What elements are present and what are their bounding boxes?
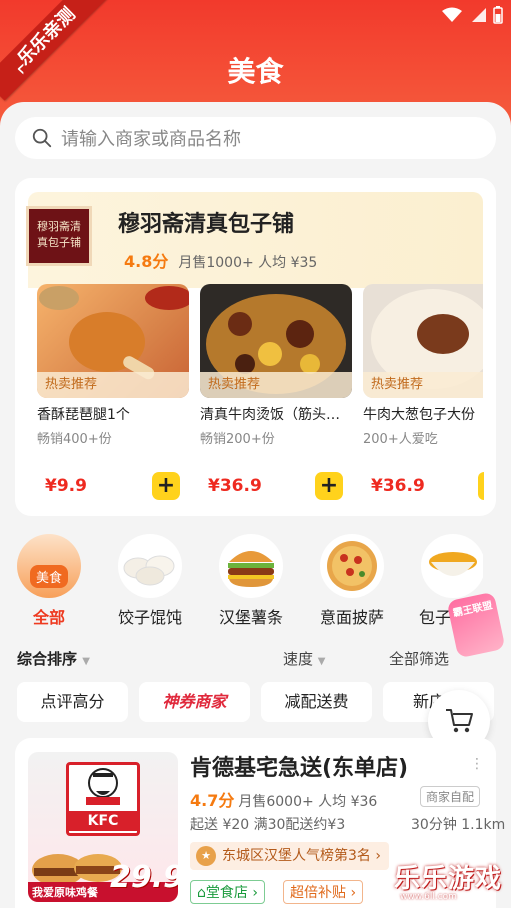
sort-dropdown[interactable]: 综合排序 ▼	[17, 648, 90, 669]
burger-icon	[219, 534, 283, 598]
category-burgers[interactable]: 汉堡薯条	[211, 534, 291, 628]
rank-text: 东城区汉堡人气榜第3名	[222, 848, 371, 864]
product-image: 热卖推荐	[363, 284, 483, 398]
delivery-time-distance: 30分钟 1.1km	[411, 817, 506, 833]
sort-bar: 综合排序 ▼ 速度 ▼ 全部筛选	[17, 648, 497, 672]
subsidy-text: 超倍补贴	[290, 885, 346, 901]
delivery-fee: 起送 ¥20 满30配送约¥3	[190, 817, 346, 833]
category-icon: 美食	[17, 534, 81, 598]
search-placeholder: 请输入商家或商品名称	[61, 129, 241, 150]
hot-tag: 热卖推荐	[200, 372, 352, 398]
product-card[interactable]: 热卖推荐 香酥琵琶腿1个 畅销400+份	[37, 284, 189, 447]
restaurant-image: KFC 我爱原味鸡餐 29.9	[28, 752, 178, 902]
chevron-right-icon: ›	[375, 848, 381, 864]
pizza-icon	[320, 534, 384, 598]
category-label: 全部	[32, 608, 65, 627]
hot-tag: 热卖推荐	[363, 372, 483, 398]
site-watermark: 乐乐游戏	[394, 864, 503, 894]
store-icon: ⌂	[197, 885, 206, 901]
dumpling-icon	[118, 534, 182, 598]
more-icon[interactable]: ⋮	[470, 756, 484, 772]
product-card[interactable]: 热卖推荐 牛肉大葱包子大份 200+人爱吃	[363, 284, 483, 447]
float-ad-text: 霸王联盟	[452, 600, 494, 620]
category-label: 意面披萨	[319, 608, 384, 627]
product-price: ¥36.9	[208, 476, 262, 496]
chip-reduced-delivery[interactable]: 减配送费	[261, 682, 372, 722]
delivery-type-badge: 商家自配	[420, 786, 481, 807]
store-rating: 4.8分	[124, 252, 169, 271]
filter-button[interactable]: 全部筛选	[389, 648, 449, 669]
hot-tag: 热卖推荐	[37, 372, 189, 398]
page-title: 美食	[227, 55, 284, 88]
chevron-down-icon: ▼	[82, 656, 90, 667]
signal-icon	[472, 8, 486, 22]
product-image: 热卖推荐	[37, 284, 189, 398]
kfc-brand: KFC	[69, 811, 137, 831]
category-label: 饺子馄饨	[117, 608, 182, 627]
store-logo-text: 穆羽斋清真包子铺	[37, 220, 81, 249]
dine-in-text: 堂食店	[205, 885, 248, 901]
category-dumplings[interactable]: 饺子馄饨	[110, 534, 190, 628]
store-sales: 月售1000+ 人均 ¥35	[178, 255, 318, 271]
rank-badge[interactable]: ★ 东城区汉堡人气榜第3名 ›	[190, 842, 389, 870]
medal-icon: ★	[196, 846, 216, 866]
add-button[interactable]	[478, 472, 484, 500]
speed-dropdown[interactable]: 速度 ▼	[283, 648, 326, 669]
category-pasta-pizza[interactable]: 意面披萨	[312, 534, 392, 628]
speed-label: 速度	[283, 650, 314, 668]
chevron-down-icon: ▼	[317, 656, 326, 667]
store-meta: 4.8分 月售1000+ 人均 ¥35	[124, 248, 317, 272]
product-card[interactable]: 热卖推荐 清真牛肉烫饭（筋头… 畅销200+份	[200, 284, 352, 447]
restaurant-name[interactable]: 肯德基宅急送(东单店)	[190, 750, 408, 782]
kfc-logo: KFC	[66, 762, 140, 836]
add-button[interactable]: +	[152, 472, 180, 500]
search-input[interactable]: 请输入商家或商品名称	[15, 117, 496, 159]
restaurant-meta: 4.7分 月售6000+ 人均 ¥36	[190, 787, 377, 811]
category-label: 汉堡薯条	[218, 608, 283, 627]
restaurant-sales: 月售6000+ 人均 ¥36	[238, 794, 378, 810]
promo-price: 29.9	[110, 860, 178, 895]
site-watermark-url: www.6ll.com	[400, 892, 457, 902]
dine-in-badge: ⌂堂食店 ›	[190, 880, 265, 904]
sort-label: 综合排序	[17, 650, 78, 668]
chip-top-rated[interactable]: 点评高分	[17, 682, 128, 722]
product-price: ¥9.9	[45, 476, 87, 496]
category-all[interactable]: 美食 全部	[9, 534, 89, 628]
cart-icon	[446, 709, 473, 733]
search-icon	[32, 128, 52, 148]
chip-coupon-merchant[interactable]: 神券商家	[139, 682, 250, 722]
bun-icon	[421, 534, 483, 598]
add-button[interactable]: +	[315, 472, 343, 500]
product-sold: 畅销400+份	[37, 432, 112, 447]
product-sold: 畅销200+份	[200, 432, 275, 447]
product-name: 清真牛肉烫饭（筋头…	[200, 407, 340, 423]
store-name[interactable]: 穆羽斋清真包子铺	[118, 206, 294, 238]
product-image: 热卖推荐	[200, 284, 352, 398]
product-name: 牛肉大葱包子大份	[363, 407, 475, 423]
restaurant-rating: 4.7分	[190, 791, 235, 810]
promo-text: 我爱原味鸡餐	[32, 886, 98, 899]
battery-icon	[493, 6, 503, 24]
category-badge: 美食	[29, 564, 68, 588]
product-name: 香酥琵琶腿1个	[37, 407, 130, 423]
product-sold: 200+人爱吃	[363, 432, 438, 447]
product-price: ¥36.9	[371, 476, 425, 496]
wifi-icon	[442, 7, 462, 22]
subsidy-badge: 超倍补贴 ›	[283, 880, 364, 904]
store-logo: 穆羽斋清真包子铺	[26, 206, 92, 266]
